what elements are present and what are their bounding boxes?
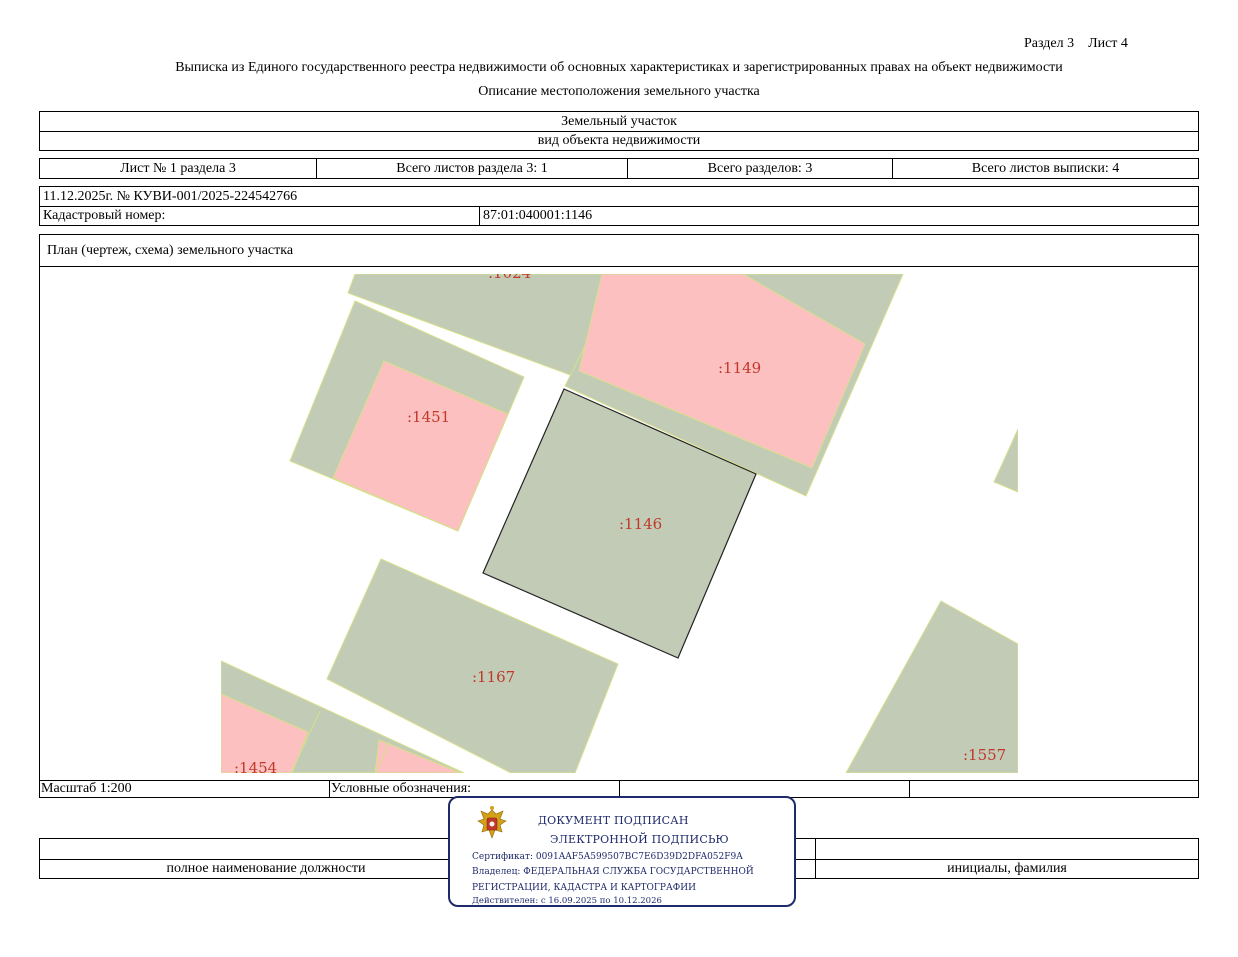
object-type-value: Земельный участок (561, 113, 677, 129)
sheets-row: Лист № 1 раздела 3 Всего листов раздела … (39, 158, 1199, 179)
legend-label: Условные обозначения: (331, 781, 472, 796)
scale-label: Масштаб 1:200 (41, 781, 132, 796)
total-sheets-extract: Всего листов выписки: 4 (971, 160, 1120, 176)
object-type-caption: вид объекта недвижимости (537, 133, 701, 148)
document-title: Выписка из Единого государственного реес… (175, 60, 1063, 75)
object-type-table: Земельный участок вид объекта недвижимос… (39, 111, 1199, 151)
plan-svg: :1024 :1149 :1451 :1146 :1167 :1454 :155… (221, 274, 1018, 773)
e-signature-stamp: ДОКУМЕНТ ПОДПИСАН ЭЛЕКТРОННОЙ ПОДПИСЬЮ С… (448, 796, 796, 907)
cadastral-label: Кадастровый номер: (43, 208, 166, 223)
parcel-label-1557: :1557 (963, 746, 1006, 764)
total-sections: Всего разделов: 3 (707, 160, 813, 176)
stamp-owner-1: Владелец: ФЕДЕРАЛЬНАЯ СЛУЖБА ГОСУДАРСТВЕ… (472, 867, 754, 877)
plan-title: План (чертеж, схема) земельного участка (47, 243, 294, 258)
stamp-validity: Действителен: с 16.09.2025 по 10.12.2026 (472, 896, 662, 906)
section-sheet-label: Раздел 3 Лист 4 (1024, 36, 1128, 51)
sheet-number: Лист № 1 раздела 3 (120, 160, 236, 176)
stamp-owner-2: РЕГИСТРАЦИИ, КАДАСТРА И КАРТОГРАФИИ (472, 883, 696, 893)
stamp-line-1: ДОКУМЕНТ ПОДПИСАН (538, 814, 689, 827)
total-sheets-section: Всего листов раздела 3: 1 (396, 160, 548, 176)
parcel-label-1451: :1451 (407, 408, 450, 426)
name-caption: инициалы, фамилия (947, 861, 1067, 876)
date-number: 11.12.2025г. № КУВИ-001/2025-224542766 (43, 188, 298, 204)
stamp-line-2: ЭЛЕКТРОННОЙ ПОДПИСЬЮ (550, 833, 729, 846)
stamp-certificate: Сертификат: 0091AAF5A599507BC7E6D39D2DFA… (472, 852, 743, 862)
cadastral-number: 87:01:040001:1146 (483, 208, 593, 223)
doc-info-table: 11.12.2025г. № КУВИ-001/2025-224542766 К… (39, 186, 1199, 226)
parcel-label-1454: :1454 (234, 759, 277, 773)
parcel-label-1146: :1146 (619, 515, 662, 533)
position-caption: полное наименование должности (166, 861, 366, 876)
parcel-label-1149: :1149 (718, 359, 761, 377)
plan-drawing: :1024 :1149 :1451 :1146 :1167 :1454 :155… (221, 274, 1018, 773)
parcel-label-1024: :1024 (488, 274, 531, 282)
parcel-edge-right (993, 428, 1018, 493)
document-subtitle: Описание местоположения земельного участ… (478, 84, 760, 99)
coat-of-arms-icon (477, 806, 507, 839)
parcel-label-1167: :1167 (472, 668, 515, 686)
